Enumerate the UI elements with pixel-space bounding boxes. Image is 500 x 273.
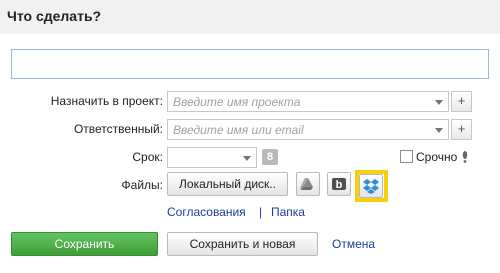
header-bar: Что сделать? (0, 0, 500, 34)
svg-text:b: b (336, 179, 343, 191)
google-drive-icon (300, 178, 313, 190)
save-button[interactable]: Сохранить (11, 232, 158, 256)
links-separator: | (259, 205, 263, 219)
chevron-down-icon[interactable] (435, 128, 443, 133)
project-label: Назначить в проект: (50, 94, 163, 108)
exclamation-icon (462, 151, 468, 163)
deadline-picker[interactable] (167, 147, 257, 168)
folder-link[interactable]: Папка (271, 205, 305, 219)
chevron-down-icon[interactable] (435, 100, 443, 105)
save-and-new-button[interactable]: Сохранить и новая (167, 232, 318, 256)
project-combobox[interactable]: Введите имя проекта (167, 91, 449, 112)
dropbox-highlight (355, 170, 388, 202)
plus-icon: + (457, 121, 466, 136)
project-placeholder: Введите имя проекта (173, 95, 301, 109)
local-disk-button[interactable]: Локальный диск.. (167, 172, 288, 196)
google-drive-button[interactable] (296, 172, 320, 196)
page-title: Что сделать? (7, 8, 102, 24)
chevron-down-icon[interactable] (243, 156, 251, 161)
google-calendar-icon[interactable]: 8 (262, 149, 278, 165)
deadline-label: Срок: (132, 150, 163, 164)
responsible-combobox[interactable]: Введите имя или email (167, 119, 449, 140)
responsible-placeholder: Введите имя или email (173, 123, 304, 137)
add-project-button[interactable]: + (451, 91, 472, 112)
urgent-checkbox[interactable] (400, 150, 413, 163)
add-responsible-button[interactable]: + (451, 119, 472, 140)
urgent-label: Срочно (416, 150, 458, 164)
approvals-link[interactable]: Согласования (167, 205, 246, 219)
plus-icon: + (457, 93, 466, 108)
box-icon: b (332, 178, 346, 191)
task-input[interactable] (11, 49, 489, 79)
responsible-label: Ответственный: (73, 122, 163, 136)
files-label: Файлы: (121, 178, 163, 192)
cancel-link[interactable]: Отмена (332, 237, 375, 251)
box-button[interactable]: b (327, 172, 351, 196)
